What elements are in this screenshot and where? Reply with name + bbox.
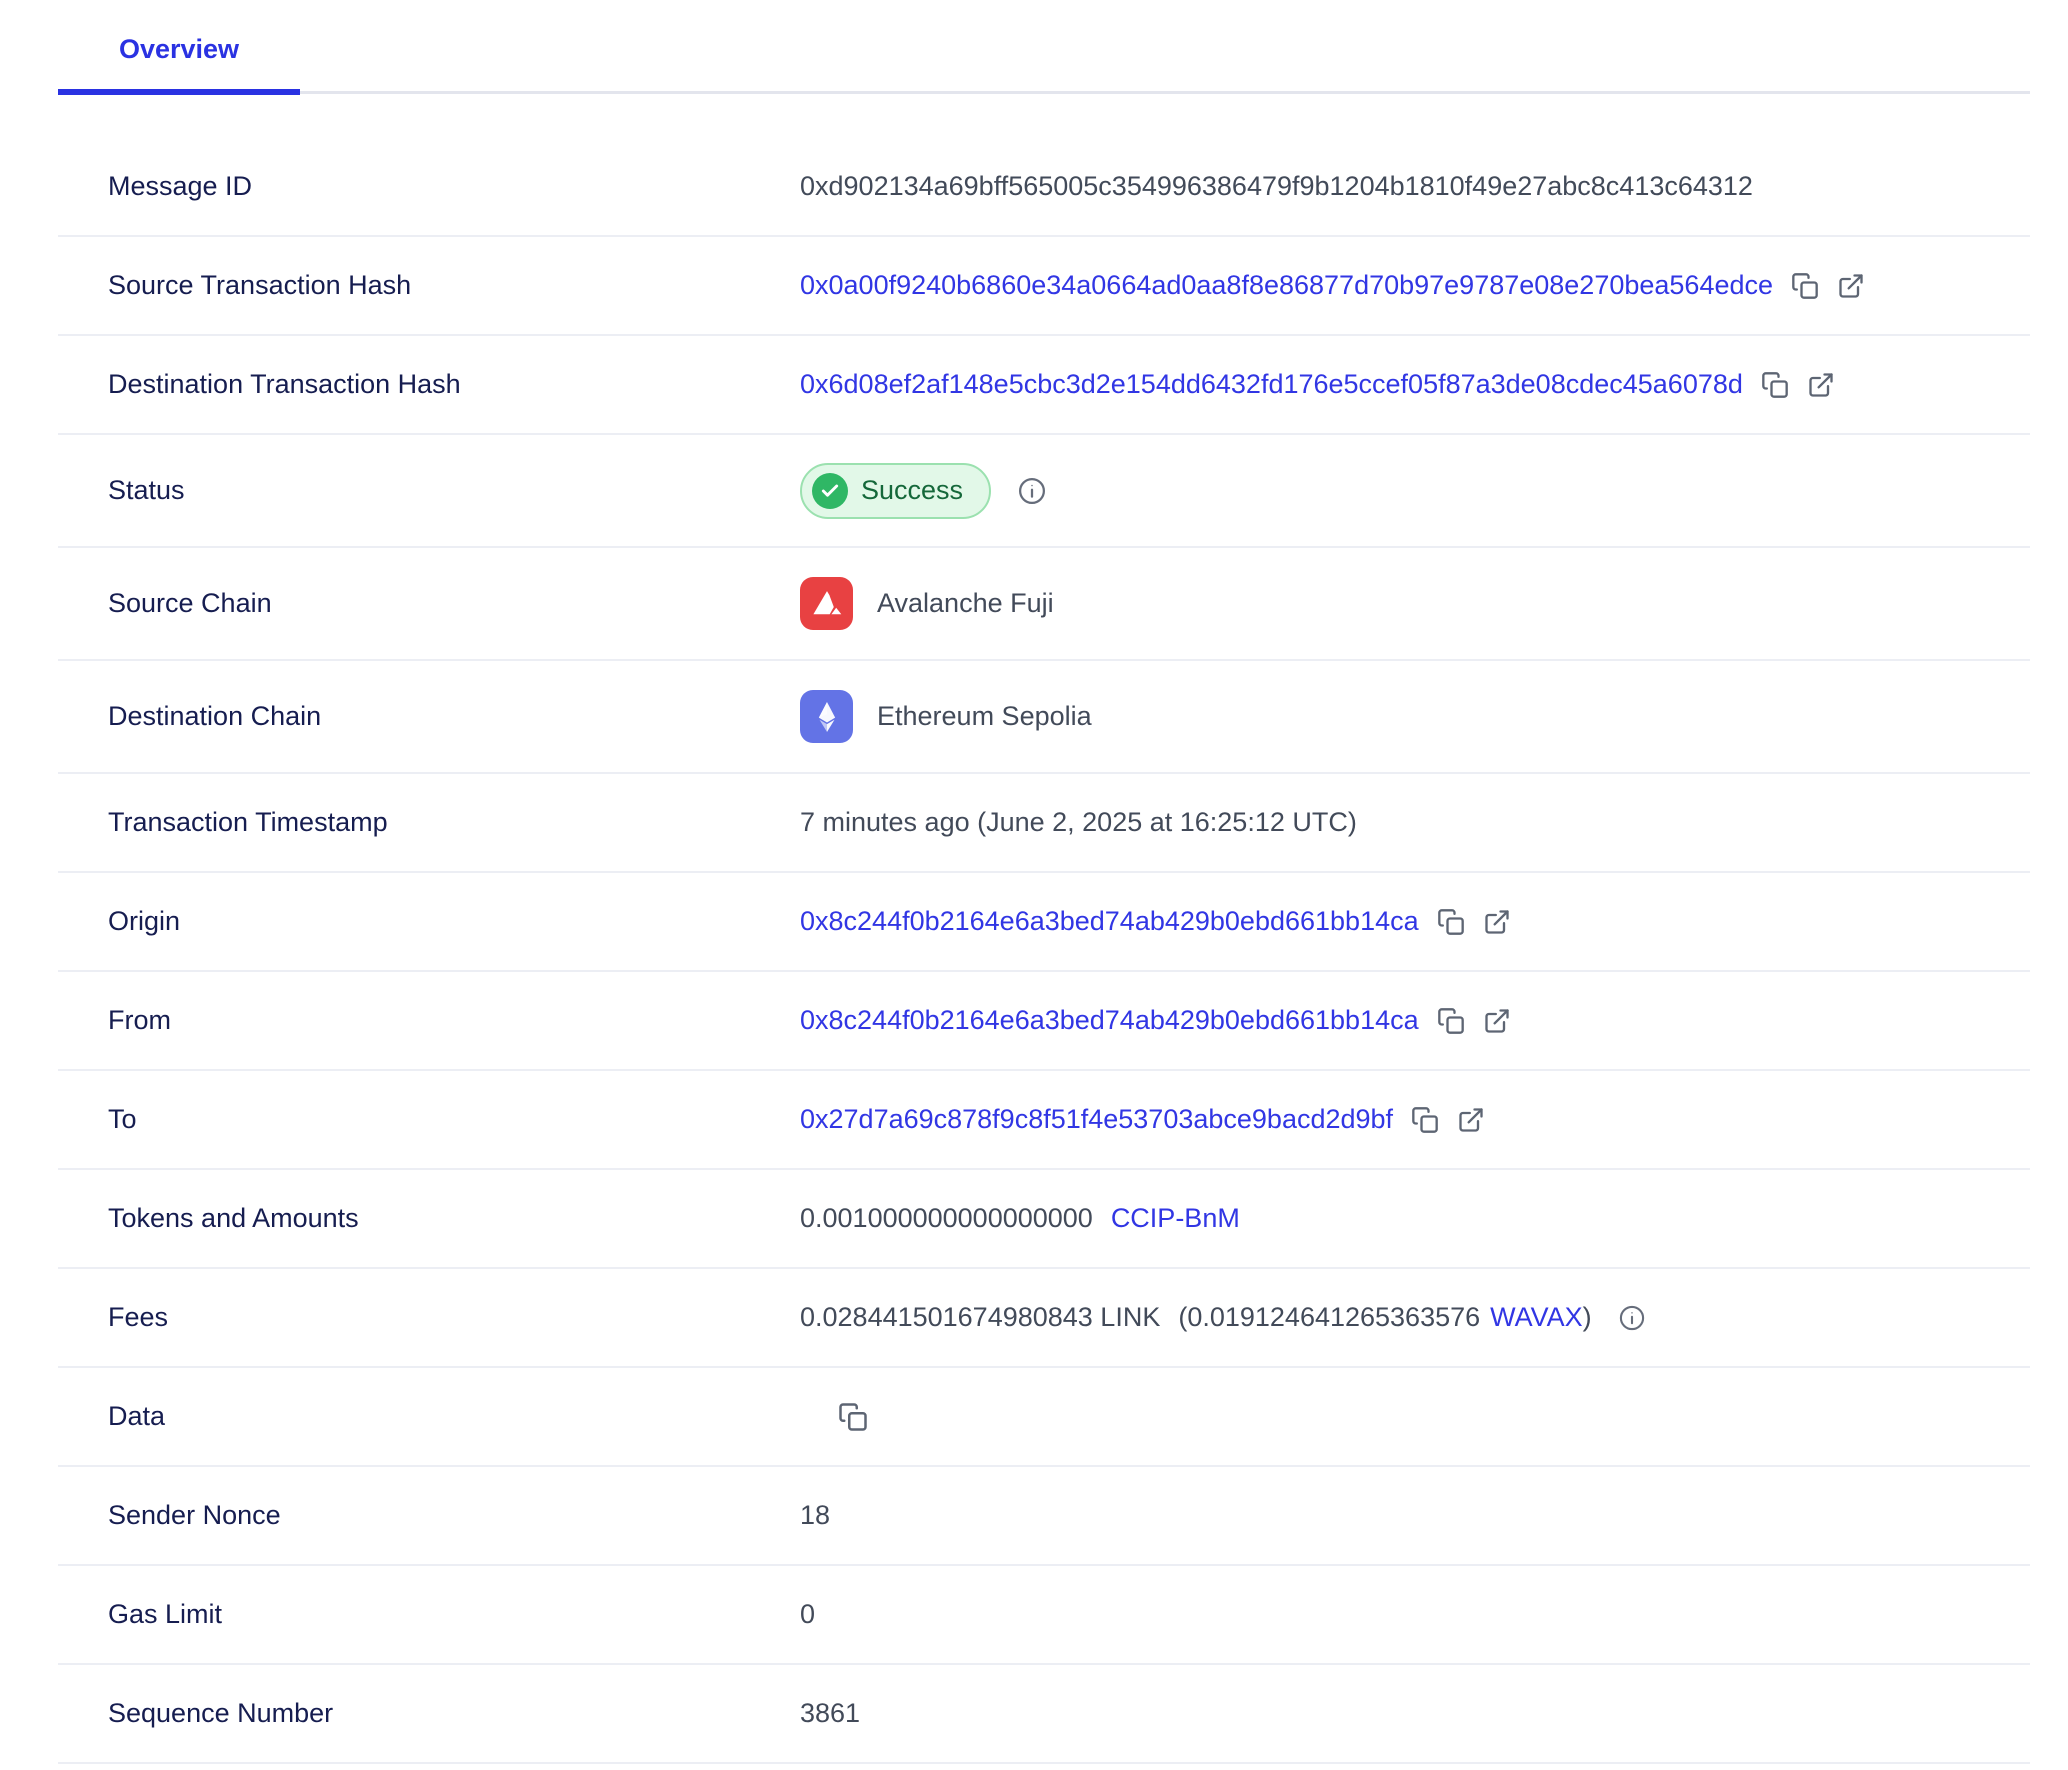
dest-chain-label: Destination Chain [108, 701, 800, 732]
table-row-sender-nonce: Sender Nonce 18 [58, 1467, 2030, 1566]
copy-icon[interactable] [1791, 272, 1819, 300]
table-row-sequence-number: Sequence Number 3861 [58, 1665, 2030, 1764]
fees-token-link[interactable]: WAVAX [1490, 1302, 1583, 1333]
fees-converted-amount: (0.019124641265363576 [1178, 1302, 1480, 1333]
to-label: To [108, 1104, 800, 1135]
from-label: From [108, 1005, 800, 1036]
sender-nonce-value: 18 [800, 1500, 830, 1531]
data-label: Data [108, 1401, 800, 1432]
table-row-message-id: Message ID 0xd902134a69bff565005c3549963… [58, 138, 2030, 237]
overview-details-table: Message ID 0xd902134a69bff565005c3549963… [58, 94, 2030, 1764]
info-icon[interactable] [1618, 1304, 1646, 1332]
table-row-timestamp: Transaction Timestamp 7 minutes ago (Jun… [58, 774, 2030, 873]
origin-address-link[interactable]: 0x8c244f0b2164e6a3bed74ab429b0ebd661bb14… [800, 906, 1419, 937]
table-row-from: From 0x8c244f0b2164e6a3bed74ab429b0ebd66… [58, 972, 2030, 1071]
copy-icon[interactable] [838, 1402, 868, 1432]
to-address-link[interactable]: 0x27d7a69c878f9c8f51f4e53703abce9bacd2d9… [800, 1104, 1393, 1135]
status-label: Status [108, 475, 800, 506]
copy-icon[interactable] [1437, 1007, 1465, 1035]
table-row-to: To 0x27d7a69c878f9c8f51f4e53703abce9bacd… [58, 1071, 2030, 1170]
table-row-source-chain: Source Chain Avalanche Fuji [58, 548, 2030, 661]
avalanche-fuji-icon [800, 577, 853, 630]
origin-label: Origin [108, 906, 800, 937]
table-row-status: Status Success [58, 435, 2030, 548]
info-icon[interactable] [1017, 476, 1047, 506]
timestamp-label: Transaction Timestamp [108, 807, 800, 838]
table-row-gas-limit: Gas Limit 0 [58, 1566, 2030, 1665]
fees-amount: 0.028441501674980843 LINK [800, 1302, 1160, 1333]
external-link-icon[interactable] [1483, 1007, 1511, 1035]
dest-tx-hash-label: Destination Transaction Hash [108, 369, 800, 400]
tokens-amounts-label: Tokens and Amounts [108, 1203, 800, 1234]
status-badge-text: Success [861, 475, 963, 506]
status-badge: Success [800, 463, 991, 519]
sequence-number-label: Sequence Number [108, 1698, 800, 1729]
external-link-icon[interactable] [1837, 272, 1865, 300]
table-row-data: Data [58, 1368, 2030, 1467]
external-link-icon[interactable] [1457, 1106, 1485, 1134]
token-symbol-link[interactable]: CCIP-BnM [1111, 1203, 1240, 1234]
check-icon [812, 473, 848, 509]
timestamp-value: 7 minutes ago (June 2, 2025 at 16:25:12 … [800, 807, 1357, 838]
copy-icon[interactable] [1761, 371, 1789, 399]
message-id-value: 0xd902134a69bff565005c354996386479f9b120… [800, 171, 1753, 202]
source-tx-hash-link[interactable]: 0x0a00f9240b6860e34a0664ad0aa8f8e86877d7… [800, 270, 1773, 301]
table-row-dest-tx-hash: Destination Transaction Hash 0x6d08ef2af… [58, 336, 2030, 435]
tab-bar: Overview [58, 0, 2030, 94]
table-row-fees: Fees 0.028441501674980843 LINK (0.019124… [58, 1269, 2030, 1368]
external-link-icon[interactable] [1807, 371, 1835, 399]
token-amount: 0.001000000000000000 [800, 1203, 1093, 1234]
source-tx-hash-label: Source Transaction Hash [108, 270, 800, 301]
source-chain-label: Source Chain [108, 588, 800, 619]
fees-paren-close: ) [1583, 1302, 1592, 1333]
copy-icon[interactable] [1437, 908, 1465, 936]
dest-chain-name: Ethereum Sepolia [877, 701, 1092, 732]
table-row-tokens-amounts: Tokens and Amounts 0.001000000000000000 … [58, 1170, 2030, 1269]
gas-limit-value: 0 [800, 1599, 815, 1630]
dest-tx-hash-link[interactable]: 0x6d08ef2af148e5cbc3d2e154dd6432fd176e5c… [800, 369, 1743, 400]
external-link-icon[interactable] [1483, 908, 1511, 936]
sequence-number-value: 3861 [800, 1698, 860, 1729]
table-row-source-tx-hash: Source Transaction Hash 0x0a00f9240b6860… [58, 237, 2030, 336]
message-id-label: Message ID [108, 171, 800, 202]
fees-label: Fees [108, 1302, 800, 1333]
copy-icon[interactable] [1411, 1106, 1439, 1134]
source-chain-name: Avalanche Fuji [877, 588, 1054, 619]
gas-limit-label: Gas Limit [108, 1599, 800, 1630]
tab-overview[interactable]: Overview [58, 18, 300, 91]
table-row-origin: Origin 0x8c244f0b2164e6a3bed74ab429b0ebd… [58, 873, 2030, 972]
sender-nonce-label: Sender Nonce [108, 1500, 800, 1531]
ethereum-sepolia-icon [800, 690, 853, 743]
from-address-link[interactable]: 0x8c244f0b2164e6a3bed74ab429b0ebd661bb14… [800, 1005, 1419, 1036]
table-row-dest-chain: Destination Chain Ethereum Sepolia [58, 661, 2030, 774]
